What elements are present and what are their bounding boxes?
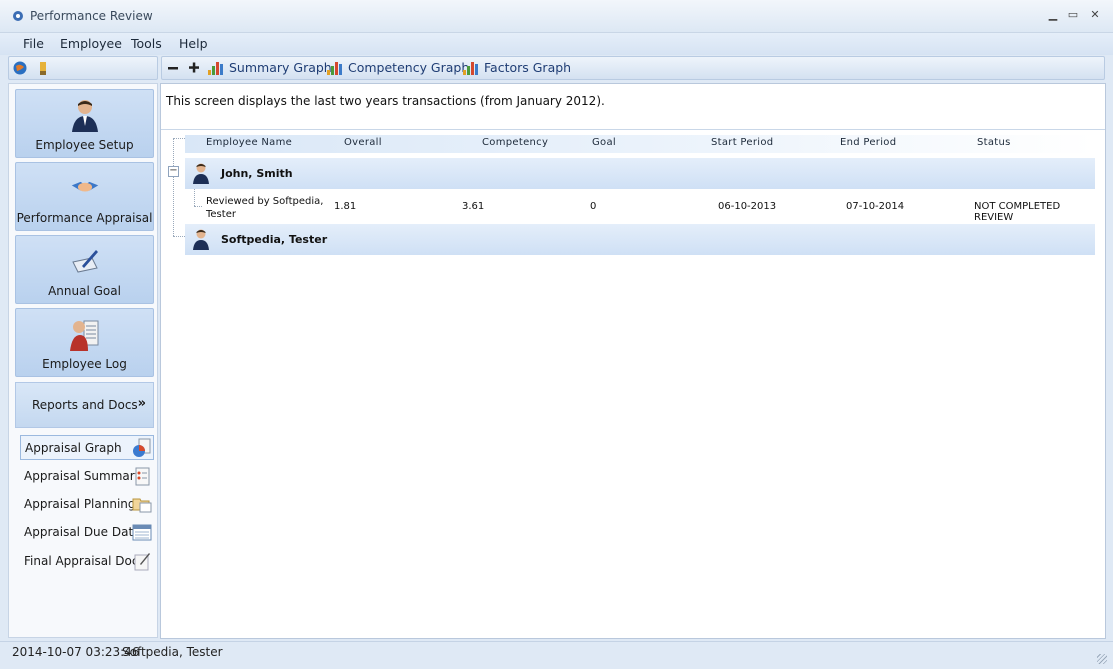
reviewer-line: Tester <box>206 209 236 220</box>
review-grid: Employee Name Overall Competency Goal St… <box>161 129 1105 637</box>
title-bar: Performance Review ▁ ▭ ✕ <box>0 0 1113 33</box>
employee-avatar-icon <box>193 229 209 250</box>
appraisal-graph-label: Appraisal Graph <box>25 441 122 455</box>
group-row[interactable]: Softpedia, Tester <box>185 224 1095 255</box>
globe-icon[interactable] <box>12 60 28 76</box>
handshake-icon <box>71 181 98 192</box>
performance-appraisal-button[interactable]: Performance Appraisal <box>15 162 154 231</box>
info-text: This screen displays the last two years … <box>166 94 605 108</box>
document-pen-icon <box>134 553 150 571</box>
app-gear-icon <box>13 11 23 21</box>
reviewer-line: Reviewed by Softpedia, <box>206 196 324 207</box>
goal-cell: 0 <box>590 201 597 212</box>
window-title: Performance Review <box>30 9 153 23</box>
pie-chart-icon <box>133 438 151 457</box>
competency-graph-button[interactable]: Competency Graph <box>327 60 469 75</box>
appraisal-planning-item[interactable]: Appraisal Planning <box>20 492 154 517</box>
status-user: Softpedia, Tester <box>122 645 223 659</box>
competency-graph-label: Competency Graph <box>348 60 470 75</box>
main-toolbar: Summary Graph Competency Graph Factors G… <box>161 56 1105 80</box>
appraisal-summary-item[interactable]: Appraisal Summary <box>20 464 154 489</box>
column-employee-name[interactable]: Employee Name <box>206 137 292 148</box>
factors-graph-button[interactable]: Factors Graph <box>463 60 571 75</box>
tree-line <box>173 236 185 237</box>
summary-graph-button[interactable]: Summary Graph <box>208 60 332 75</box>
column-goal[interactable]: Goal <box>592 137 616 148</box>
close-icon[interactable]: ✕ <box>1088 8 1102 22</box>
group-employee-name: Softpedia, Tester <box>221 233 328 246</box>
overall-cell: 1.81 <box>334 201 357 212</box>
resize-grip-icon[interactable] <box>1097 654 1107 664</box>
expand-all-icon[interactable] <box>188 61 200 74</box>
bar-chart-icon <box>463 61 478 75</box>
appraisal-summary-label: Appraisal Summary <box>24 469 142 483</box>
competency-cell: 3.61 <box>462 201 485 212</box>
column-status[interactable]: Status <box>977 137 1011 148</box>
status-bar: 2014-10-07 03:23:46 Softpedia, Tester <box>0 641 1113 669</box>
chevron-right-icon: » <box>137 396 146 411</box>
summary-graph-label: Summary Graph <box>229 60 332 75</box>
factors-graph-label: Factors Graph <box>484 60 572 75</box>
menu-bar: File Employee Tools Help <box>0 33 1113 55</box>
annual-goal-button[interactable]: Annual Goal <box>15 235 154 304</box>
reports-and-docs-label: Reports and Docs <box>32 398 138 412</box>
final-appraisal-doc-item[interactable]: Final Appraisal Doc <box>20 549 154 574</box>
grid-header: Employee Name Overall Competency Goal St… <box>185 135 1095 153</box>
column-competency[interactable]: Competency <box>482 137 548 148</box>
status-cell: NOT COMPLETED REVIEW <box>974 201 1061 223</box>
calendar-icon <box>132 524 152 541</box>
appraisal-planning-label: Appraisal Planning <box>24 497 136 511</box>
menu-employee[interactable]: Employee <box>60 36 122 51</box>
employee-setup-label: Employee Setup <box>35 138 134 152</box>
tree-line <box>173 138 174 236</box>
column-end-period[interactable]: End Period <box>840 137 896 148</box>
group-employee-name: John, Smith <box>221 167 293 180</box>
menu-help[interactable]: Help <box>179 36 208 51</box>
appraisal-due-date-label: Appraisal Due Date <box>24 525 141 539</box>
reviewer-cell: Reviewed by Softpedia, Tester <box>206 195 323 221</box>
notebook-pen-icon <box>71 250 98 273</box>
final-appraisal-doc-label: Final Appraisal Doc <box>24 554 139 568</box>
appraisal-due-date-item[interactable]: Appraisal Due Date <box>20 520 154 545</box>
person-log-icon <box>69 320 98 351</box>
bar-chart-icon <box>208 61 223 75</box>
main-panel: This screen displays the last two years … <box>160 83 1106 639</box>
sidebar-toolbar <box>8 56 158 80</box>
employee-log-button[interactable]: Employee Log <box>15 308 154 377</box>
status-timestamp: 2014-10-07 03:23:46 <box>12 645 140 659</box>
bar-chart-icon <box>327 61 342 75</box>
sidebar: Employee Setup Performance Appraisal Ann… <box>8 83 158 638</box>
minimize-icon[interactable]: ▁ <box>1046 8 1060 22</box>
appraisal-graph-item[interactable]: Appraisal Graph <box>20 435 154 460</box>
employee-avatar-icon <box>193 163 209 184</box>
folder-table-icon <box>132 498 152 513</box>
end-period-cell: 07-10-2014 <box>846 201 905 212</box>
checklist-icon <box>135 467 150 486</box>
start-period-cell: 06-10-2013 <box>718 201 777 212</box>
column-overall[interactable]: Overall <box>344 137 382 148</box>
employee-log-label: Employee Log <box>42 357 127 371</box>
performance-appraisal-label: Performance Appraisal <box>16 211 153 225</box>
column-start-period[interactable]: Start Period <box>711 137 773 148</box>
maximize-icon[interactable]: ▭ <box>1066 8 1080 22</box>
brush-icon[interactable] <box>36 60 50 76</box>
menu-tools[interactable]: Tools <box>131 36 162 51</box>
annual-goal-label: Annual Goal <box>48 284 121 298</box>
menu-file[interactable]: File <box>23 36 44 51</box>
collapse-all-icon[interactable] <box>167 63 179 73</box>
table-row[interactable]: Reviewed by Softpedia, Tester 1.81 3.61 … <box>195 191 1095 225</box>
group-row[interactable]: John, Smith <box>185 158 1095 189</box>
employee-setup-button[interactable]: Employee Setup <box>15 89 154 158</box>
reports-and-docs-button[interactable]: Reports and Docs » <box>15 382 154 428</box>
collapse-group-toggle[interactable]: − <box>168 166 179 177</box>
person-icon <box>71 100 98 132</box>
tree-line <box>173 138 185 139</box>
